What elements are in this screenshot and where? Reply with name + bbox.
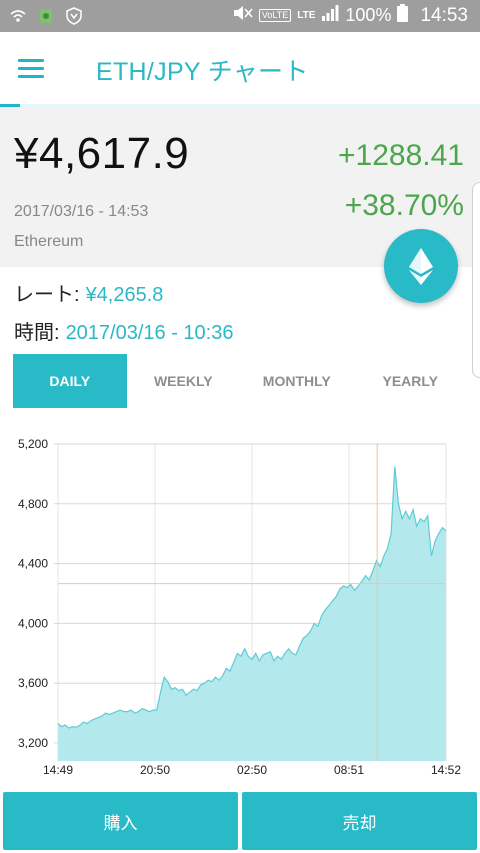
app-bar: ETH/JPY チャート [0,32,480,106]
price-chart[interactable]: 3,200 3,600 4,000 4,400 4,800 5,200 14:49 20:50… [0,430,480,780]
chart-xtick-label: 14:49 [43,763,73,777]
android-icon [36,6,56,26]
volte-icon: VoLTE [258,9,292,22]
price-change-absolute: +1288.41 [338,139,464,172]
mute-icon [231,4,253,27]
tab-weekly[interactable]: WEEKLY [127,354,241,408]
currency-name: Ethereum [14,233,84,250]
chart-ytick-label: 3,200 [18,736,48,750]
buy-button[interactable]: 購入 [3,792,238,850]
status-time: 14:53 [420,4,468,26]
chart-xtick-label: 08:51 [334,763,364,777]
signal-icon [321,5,339,26]
chart-ytick-label: 3,600 [18,676,48,690]
battery-percent: 100% [345,5,392,25]
battery-icon [397,4,409,27]
current-price: ¥4,617.9 [14,129,190,178]
rate-label: レート: [14,284,80,306]
chart-svg[interactable]: 3,200 3,600 4,000 4,400 4,800 5,200 14:49 20:50… [0,430,480,780]
chart-ytick-label: 4,400 [18,557,48,571]
rate-value: ¥4,265.8 [85,284,164,306]
hamburger-menu-icon[interactable] [18,57,46,79]
ethereum-icon [409,248,433,285]
chart-xtick-label: 14:52 [431,763,461,777]
chart-xtick-label: 02:50 [237,763,267,777]
price-change-percent: +38.70% [344,189,464,222]
sell-button[interactable]: 売却 [242,792,477,850]
edge-panel-handle[interactable] [472,182,480,378]
tab-monthly[interactable]: MONTHLY [240,354,354,408]
lte-icon: LTE [297,9,316,21]
rate-row: レート: ¥4,265.8 [14,278,163,307]
time-row: 時間: 2017/03/16 - 10:36 [14,316,233,345]
wifi-calling-icon [8,6,28,26]
chart-ytick-label: 4,000 [18,616,48,630]
shield-icon [64,6,84,26]
chart-xtick-label: 20:50 [140,763,170,777]
period-tabs: DAILY WEEKLY MONTHLY YEARLY [13,354,467,408]
chart-ytick-label: 4,800 [18,497,48,511]
price-timestamp: 2017/03/16 - 14:53 [14,203,149,220]
status-bar: VoLTE LTE 100% 14:53 [0,0,480,32]
chart-ytick-label: 5,200 [18,437,48,451]
ethereum-fab-button[interactable] [384,229,458,303]
tab-daily[interactable]: DAILY [13,354,127,408]
time-label: 時間: [14,322,60,344]
page-title: ETH/JPY チャート [96,58,309,86]
tab-yearly[interactable]: YEARLY [354,354,468,408]
time-value: 2017/03/16 - 10:36 [65,322,234,344]
